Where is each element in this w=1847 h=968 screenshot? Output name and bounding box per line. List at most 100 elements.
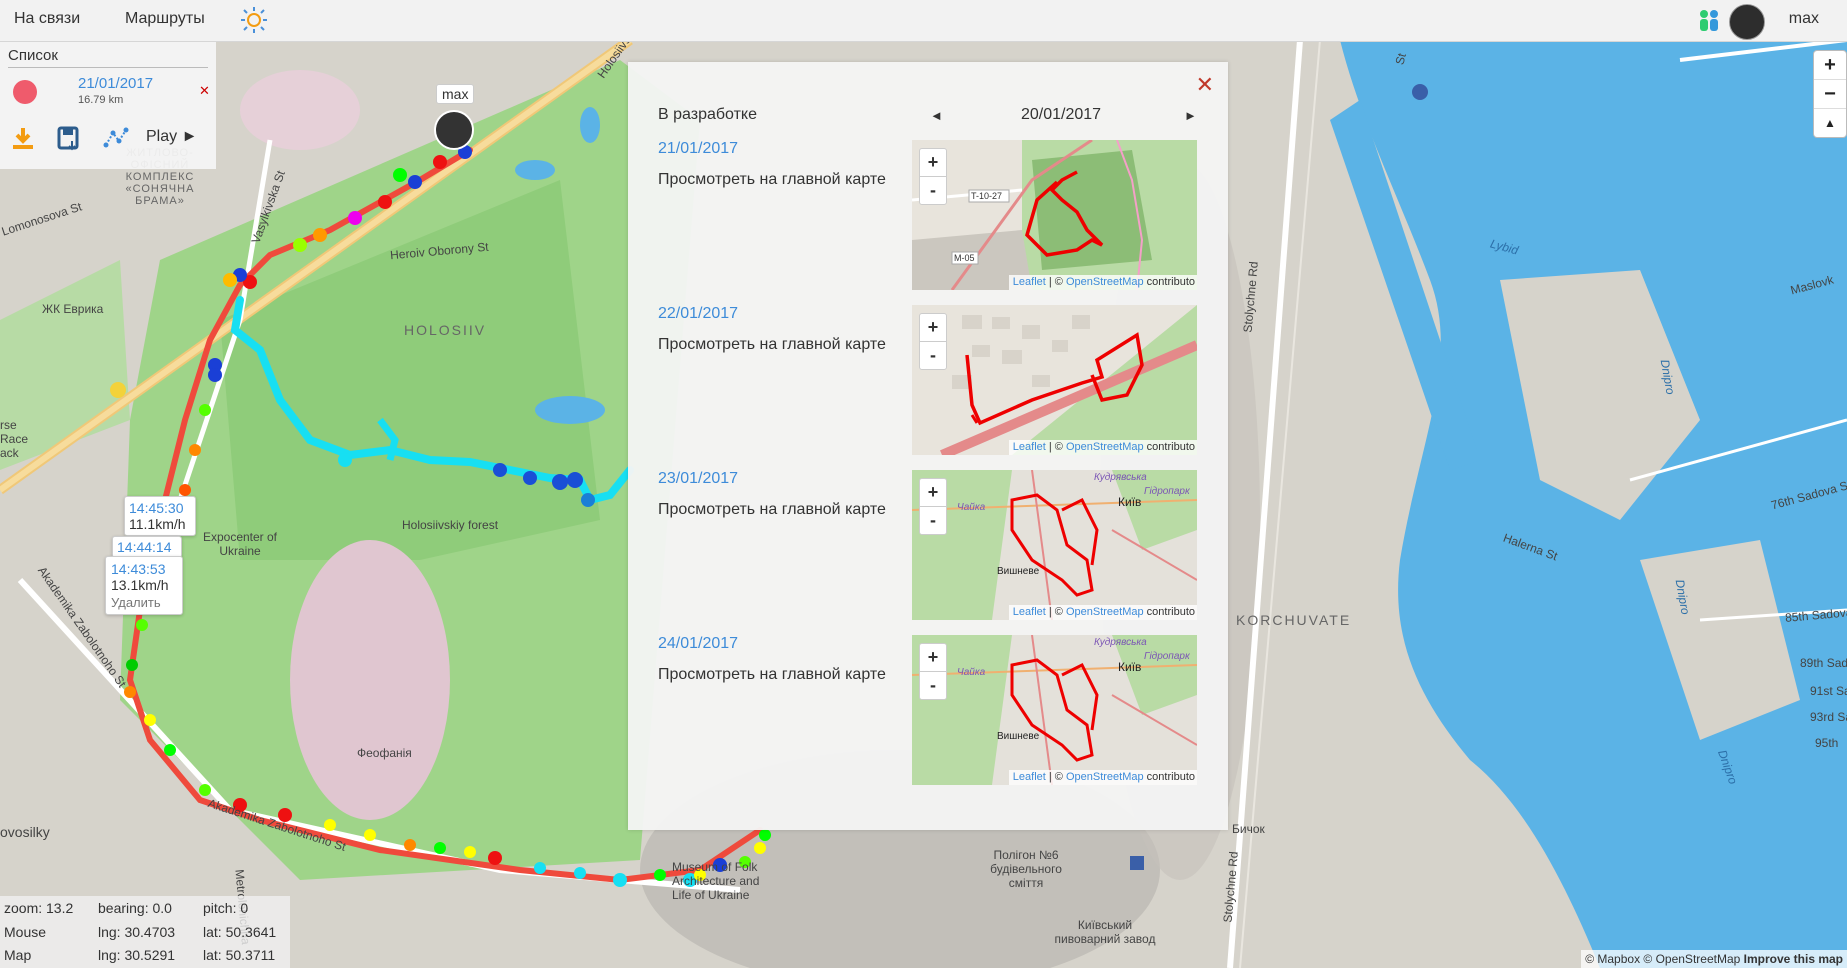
mini-zoom-control: + - [919, 313, 947, 370]
mapbox-attribution[interactable]: © Mapbox © OpenStreetMap [1585, 952, 1740, 966]
nav-contacts[interactable]: На связи [14, 10, 80, 28]
place-label: Гідропарк [1144, 486, 1191, 497]
route-preview-map[interactable]: T-10-27 M-05 + - Leaflet | © OpenStreetM… [912, 140, 1197, 290]
mini-zoom-in-button[interactable]: + [920, 479, 946, 507]
top-navbar: На связи Маршруты max [0, 0, 1847, 42]
track-point-popup: 14:44:14 [112, 536, 182, 558]
user-avatar[interactable] [1729, 4, 1765, 40]
map-label: Map [4, 947, 32, 963]
attribution-contrib: contributo [1143, 276, 1195, 288]
mini-zoom-in-button[interactable]: + [920, 314, 946, 342]
popup-time: 14:45:30 [129, 500, 184, 516]
town-label: Вишневе [997, 566, 1040, 577]
entry-date-link[interactable]: 23/01/2017 [658, 470, 738, 488]
zoom-readout: zoom: 13.2 [4, 900, 74, 916]
entry-date-link[interactable]: 22/01/2017 [658, 305, 738, 323]
brewery-label: Київський пивоварний завод [1054, 918, 1156, 946]
friends-icon[interactable] [1695, 7, 1723, 35]
osm-link[interactable]: OpenStreetMap [1066, 771, 1144, 783]
modal-status: В разработке [658, 106, 757, 123]
district-label-holosiiv: HOLOSIIV [404, 322, 487, 338]
route-preview-map[interactable]: + - Leaflet | © OpenStreetMap contributo [912, 305, 1197, 455]
street-label: 95th [1815, 736, 1839, 750]
delete-point-button[interactable]: Удалить [111, 595, 177, 610]
mini-zoom-out-button[interactable]: - [920, 507, 946, 534]
prev-date-button[interactable]: ◄ [930, 108, 943, 123]
current-date: 20/01/2017 [1021, 106, 1102, 123]
town-label: Вишневе [997, 731, 1040, 742]
route-entry: 24/01/2017 Просмотреть на главной карте … [628, 635, 1228, 785]
view-on-main-map-link[interactable]: Просмотреть на главной карте [658, 501, 886, 519]
route-points-icon[interactable] [103, 125, 129, 151]
popup-speed: 11.1km/h [129, 516, 186, 532]
popup-speed: 13.1km/h [111, 577, 169, 593]
view-on-main-map-link[interactable]: Просмотреть на главной карте [658, 666, 886, 684]
bearing-readout: bearing: 0.0 [98, 900, 172, 916]
zoom-out-button[interactable]: − [1814, 80, 1846, 109]
divider [8, 67, 208, 68]
mini-zoom-in-button[interactable]: + [920, 644, 946, 672]
attribution-contrib: contributo [1143, 771, 1195, 783]
routes-list-panel: Список 21/01/2017 16.79 km ✕ Play ► [0, 41, 216, 169]
map-lat: lat: 50.3711 [203, 947, 276, 963]
place-label: Кудрявська [1094, 637, 1147, 648]
street-label: 91st Sa [1810, 684, 1847, 698]
play-button[interactable]: Play ► [146, 128, 197, 146]
leaflet-link[interactable]: Leaflet [1013, 606, 1046, 618]
entry-date-link[interactable]: 21/01/2017 [658, 140, 738, 158]
mini-zoom-in-button[interactable]: + [920, 149, 946, 177]
area-label: ovosilky [0, 824, 50, 840]
close-icon[interactable]: ✕ [1196, 72, 1214, 98]
attribution-contrib: contributo [1143, 606, 1195, 618]
map-lng: lng: 30.5291 [98, 947, 176, 963]
map-zoom-control: + − ▲ [1813, 50, 1847, 138]
street-label: 89th Sado [1800, 656, 1847, 670]
popup-time: 14:44:14 [117, 539, 172, 555]
view-on-main-map-link[interactable]: Просмотреть на главной карте [658, 171, 886, 189]
road-shield: T-10-27 [971, 191, 1002, 201]
remove-route-icon[interactable]: ✕ [199, 83, 210, 99]
map-attribution: Leaflet | © OpenStreetMap contributo [1008, 605, 1197, 620]
route-entry: 22/01/2017 Просмотреть на главной карте … [628, 305, 1228, 455]
expocenter-label: Expocenter of Ukraine [202, 530, 278, 558]
attribution-separator: | © [1045, 276, 1066, 288]
route-color-dot[interactable] [13, 80, 37, 104]
city-label: Київ [1118, 660, 1141, 674]
improve-map-link[interactable]: Improve this map [1744, 952, 1843, 966]
osm-link[interactable]: OpenStreetMap [1066, 606, 1144, 618]
view-on-main-map-link[interactable]: Просмотреть на главной карте [658, 336, 886, 354]
nav-routes[interactable]: Маршруты [125, 10, 205, 28]
track-point-popup: 14:43:53 13.1km/h Удалить [105, 556, 183, 615]
feofaniia-label: Феофанія [357, 746, 412, 760]
pitch-readout: pitch: 0 [203, 900, 249, 916]
mini-zoom-out-button[interactable]: - [920, 177, 946, 204]
route-preview-map[interactable]: Київ Вишневе Чайка Кудрявська Гідропарк … [912, 470, 1197, 620]
weather-sun-icon[interactable] [240, 6, 268, 34]
save-icon[interactable] [56, 125, 82, 151]
place-label: Чайка [957, 667, 986, 678]
route-date-link[interactable]: 21/01/2017 [78, 75, 153, 92]
user-name[interactable]: max [1789, 10, 1819, 28]
next-date-button[interactable]: ► [1184, 108, 1197, 123]
route-preview-map[interactable]: Київ Вишневе Чайка Кудрявська Гідропарк … [912, 635, 1197, 785]
download-icon[interactable] [10, 125, 36, 151]
evrika-label: ЖК Еврика [42, 302, 104, 316]
leaflet-link[interactable]: Leaflet [1013, 771, 1046, 783]
mini-zoom-out-button[interactable]: - [920, 342, 946, 369]
osm-link[interactable]: OpenStreetMap [1066, 276, 1144, 288]
street-label: 93rd Sa [1810, 710, 1847, 724]
route-entry: 21/01/2017 Просмотреть на главной карте … [628, 140, 1228, 290]
osm-link[interactable]: OpenStreetMap [1066, 441, 1144, 453]
compass-icon[interactable]: ▲ [1814, 109, 1846, 137]
entry-date-link[interactable]: 24/01/2017 [658, 635, 738, 653]
map-footer-attribution: © Mapbox © OpenStreetMap Improve this ma… [1581, 950, 1847, 968]
route-distance: 16.79 km [78, 94, 124, 106]
mini-zoom-out-button[interactable]: - [920, 672, 946, 699]
leaflet-link[interactable]: Leaflet [1013, 441, 1046, 453]
district-label: KORCHUVATE [1236, 612, 1352, 628]
leaflet-link[interactable]: Leaflet [1013, 276, 1046, 288]
attribution-separator: | © [1045, 441, 1066, 453]
zoom-in-button[interactable]: + [1814, 51, 1846, 80]
user-marker-avatar[interactable] [434, 110, 474, 150]
mouse-lat: lat: 50.3641 [203, 924, 277, 940]
